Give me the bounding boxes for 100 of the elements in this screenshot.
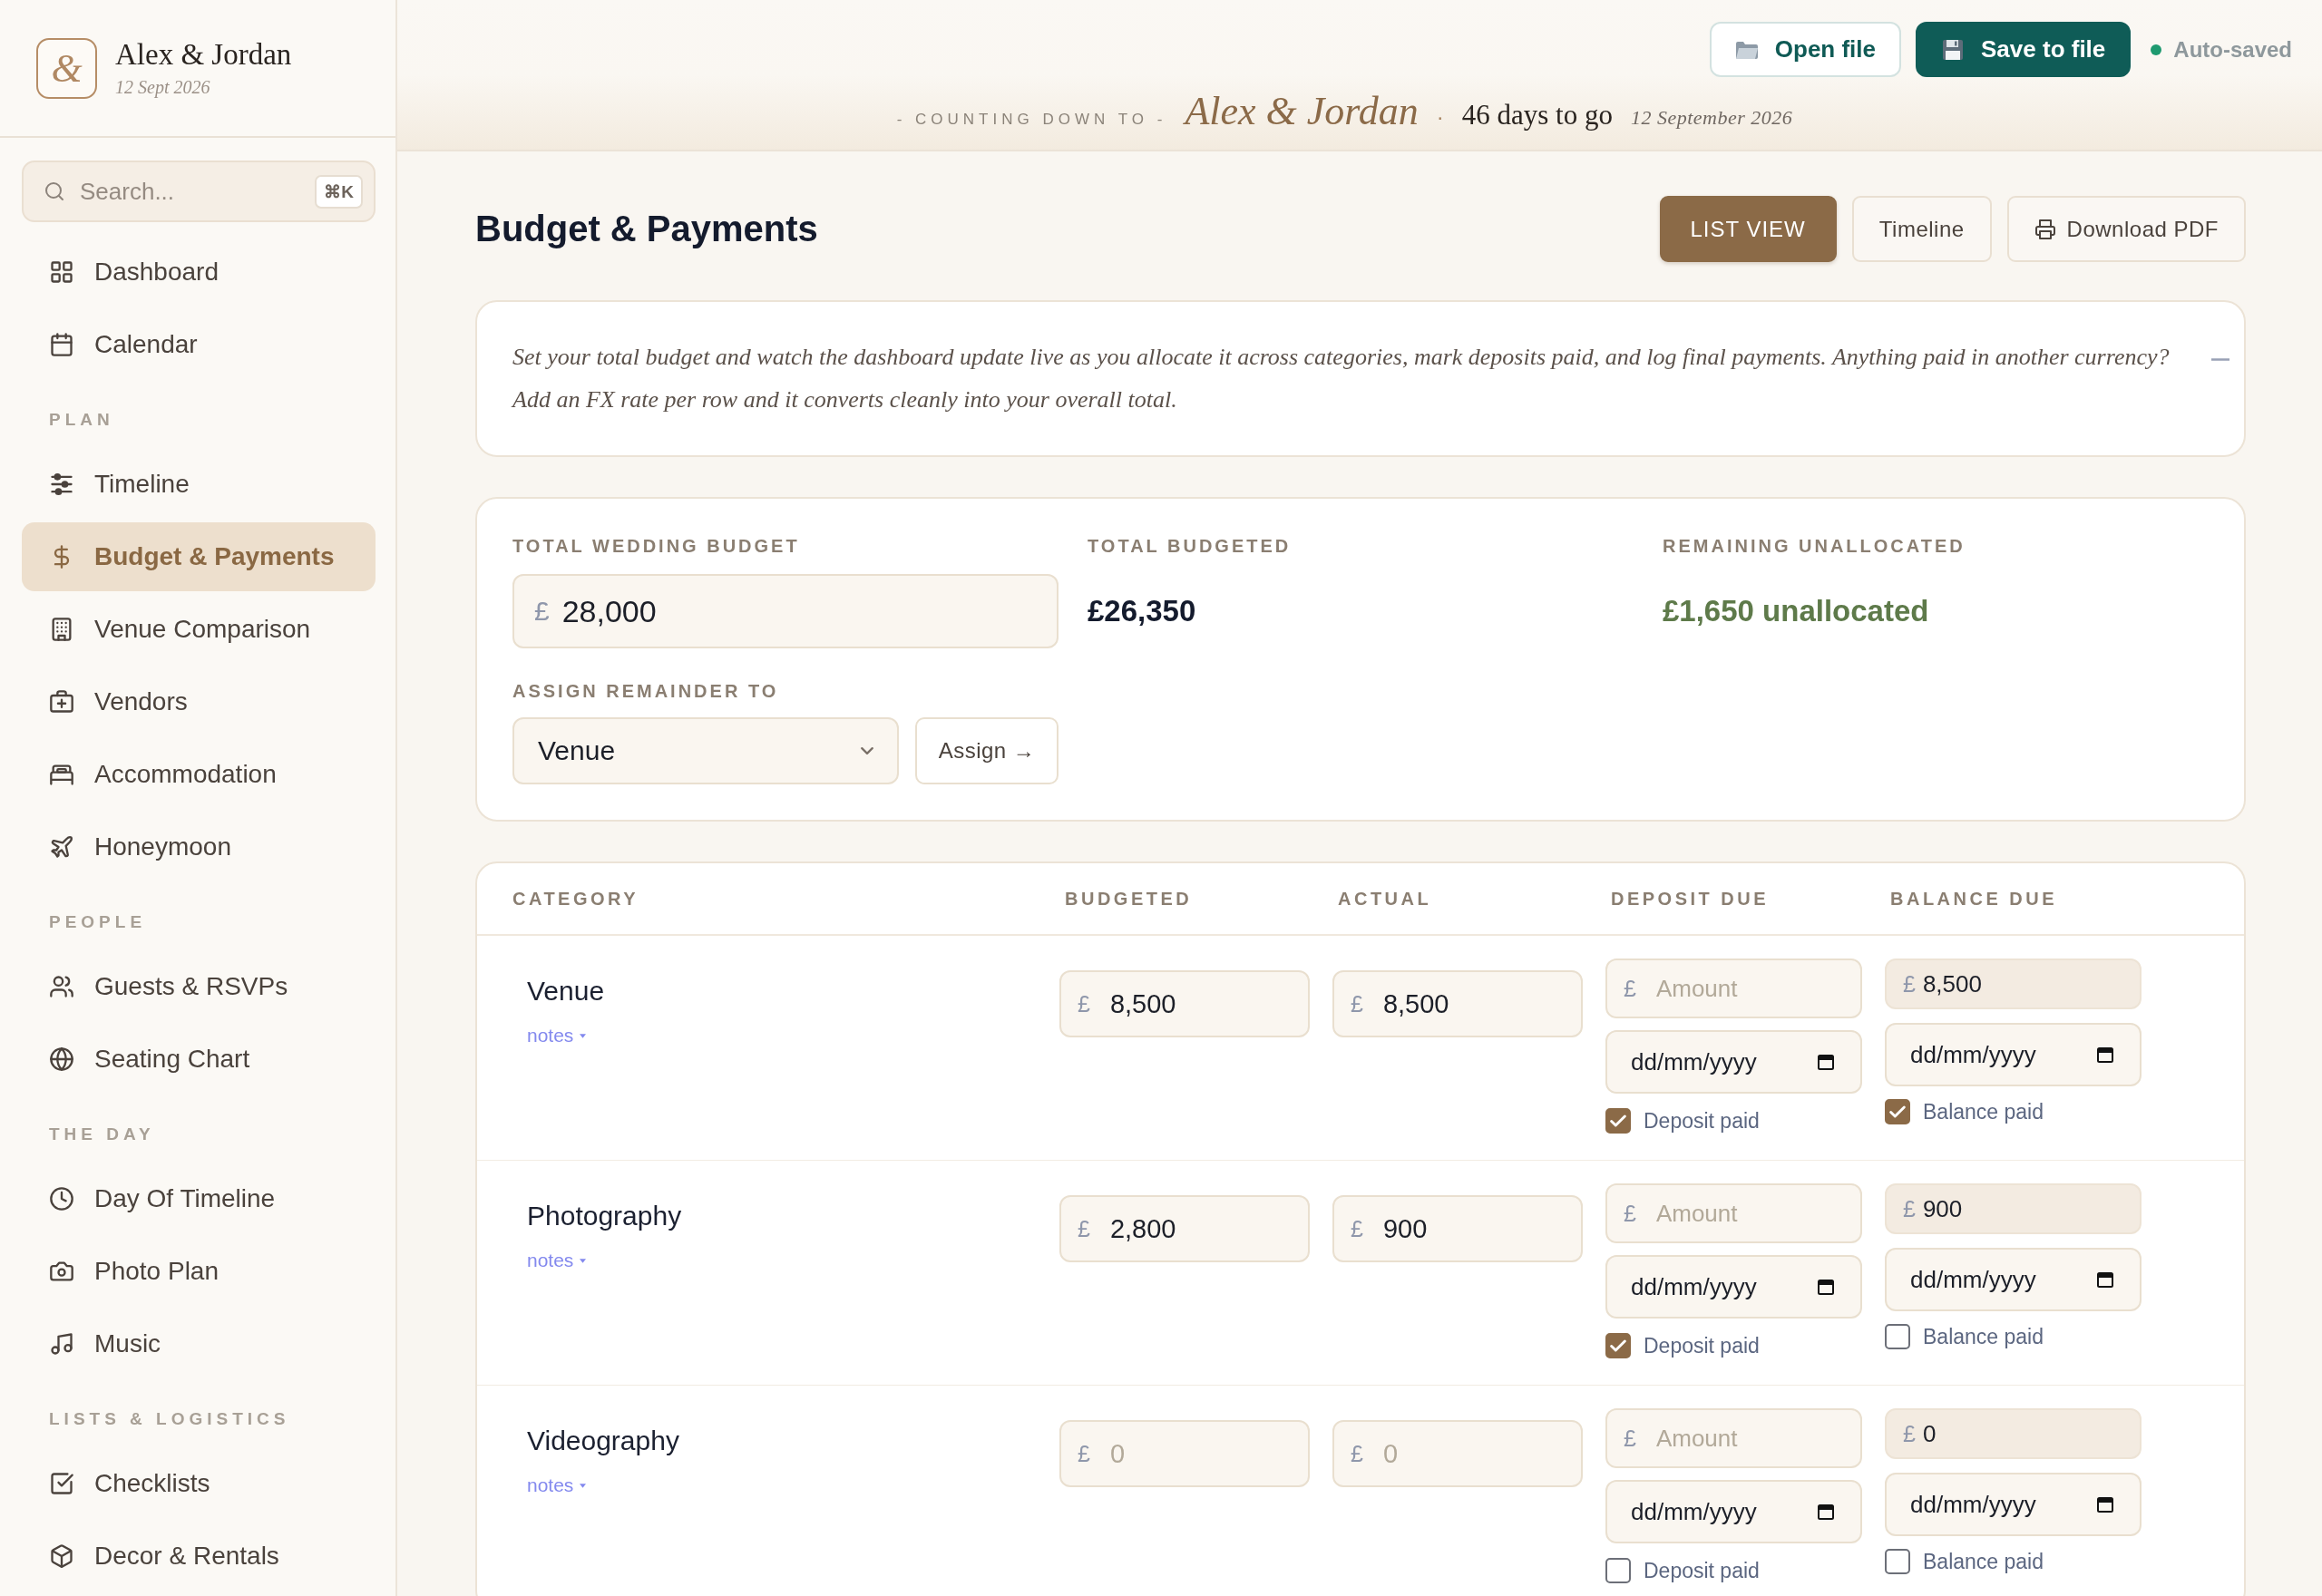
nav-item[interactable]: Venue Comparison [22, 595, 376, 664]
plane-icon [49, 834, 74, 860]
caret-down-icon [580, 1483, 587, 1488]
stat-label: TOTAL BUDGETED [1088, 535, 1293, 557]
chevron-down-icon [861, 747, 873, 754]
shortcut-key: ⌘K [315, 174, 363, 209]
couple-names: Alex & Jordan [1185, 88, 1419, 134]
view-tab[interactable]: Timeline [1851, 196, 1992, 262]
search-icon [44, 180, 65, 202]
column-header: ACTUAL [1337, 888, 1433, 910]
actual-field[interactable]: £ 900 [1332, 1195, 1583, 1262]
nav-item[interactable]: Music [22, 1309, 376, 1378]
category-name: Videography [527, 1425, 679, 1457]
minus-icon [2211, 358, 2229, 361]
music-note-icon [49, 1331, 74, 1357]
section-heading: PLAN [48, 409, 115, 431]
actual-field[interactable]: £ 8,500 [1332, 970, 1583, 1037]
status-dot-icon [2151, 44, 2162, 55]
save-file-button[interactable]: Save to file [1916, 22, 2132, 77]
nav-item[interactable]: Checklists [22, 1449, 376, 1518]
balance-amount-field: £ 900 [1885, 1183, 2142, 1234]
grid-icon [49, 259, 74, 285]
category-dropdown[interactable]: Venue [512, 717, 899, 784]
checkbox[interactable] [1605, 1108, 1631, 1134]
date-field[interactable]: dd/mm/yyyy [1605, 1030, 1862, 1094]
checkbox[interactable] [1885, 1099, 1910, 1124]
nav-item[interactable]: Day Of Timeline [22, 1164, 376, 1233]
column-header: BALANCE DUE [1889, 888, 2059, 910]
checked-square-icon [49, 1471, 74, 1496]
search-field[interactable]: Search... ⌘K [22, 161, 376, 222]
nav-item[interactable]: Calendar [22, 310, 376, 379]
checkbox-label: Balance paid [1923, 1099, 2044, 1124]
caret-down-icon [580, 1258, 587, 1263]
date-field[interactable]: dd/mm/yyyy [1605, 1255, 1862, 1319]
column-header: CATEGORY [512, 888, 640, 910]
save-status: Auto-saved [2173, 36, 2292, 63]
nav-item[interactable]: Accommodation [22, 740, 376, 809]
nav-item[interactable]: Decor & Rentals [22, 1522, 376, 1591]
nav-item[interactable]: Seating Chart [22, 1025, 376, 1094]
section-heading: THE DAY [48, 1124, 156, 1145]
page-title: Budget & Payments [475, 209, 818, 249]
nav-item[interactable]: Vendors [22, 667, 376, 736]
box-icon [49, 1543, 74, 1569]
nav-item[interactable]: Honeymoon [22, 813, 376, 881]
checkbox[interactable] [1885, 1549, 1910, 1574]
section-heading: PEOPLE [48, 911, 148, 933]
download-pdf-button[interactable]: Download PDF [2006, 196, 2246, 262]
view-tab[interactable]: LIST VIEW [1659, 196, 1837, 262]
checkbox[interactable] [1605, 1558, 1631, 1583]
clock-icon [49, 1186, 74, 1212]
monogram-logo: & [36, 37, 97, 99]
nav-item[interactable]: Timeline [22, 450, 376, 519]
checkbox-label: Deposit paid [1644, 1558, 1760, 1583]
calendar-icon [2096, 1270, 2114, 1289]
couple-name: Alex & Jordan [115, 38, 292, 72]
sliders-icon [49, 472, 74, 497]
calendar-icon [1817, 1278, 1835, 1296]
category-name: Photography [527, 1200, 682, 1232]
calendar-icon [1817, 1503, 1835, 1521]
remaining-value: £1,650 unallocated [1663, 593, 1930, 629]
caret-down-icon [580, 1033, 587, 1038]
date-field[interactable]: dd/mm/yyyy [1605, 1480, 1862, 1543]
date-field[interactable]: dd/mm/yyyy [1885, 1023, 2142, 1086]
calendar-icon [1817, 1053, 1835, 1071]
date-field[interactable]: dd/mm/yyyy [1885, 1473, 2142, 1536]
globe-icon [49, 1046, 74, 1072]
assign-button[interactable]: Assign → [915, 717, 1059, 784]
wedding-date: 12 Sept 2026 [115, 76, 211, 98]
budgeted-field[interactable]: £ 2,800 [1059, 1195, 1310, 1262]
column-header: DEPOSIT DUE [1610, 888, 1771, 910]
wedding-date: 12 September 2026 [1630, 106, 1793, 130]
section-heading: LISTS & LOGISTICS [48, 1408, 291, 1430]
category-name: Venue [527, 975, 605, 1007]
nav-item[interactable]: Dashboard [22, 238, 376, 307]
checkbox-label: Balance paid [1923, 1324, 2044, 1349]
field-label: TOTAL WEDDING BUDGET [512, 535, 801, 557]
checkbox-label: Deposit paid [1644, 1333, 1760, 1358]
nav-item[interactable]: Guests & RSVPs [22, 952, 376, 1021]
nav-item[interactable]: Photo Plan [22, 1237, 376, 1306]
budget-input[interactable]: £ 28,000 [512, 574, 1059, 648]
countdown-label: - COUNTING DOWN TO - [896, 111, 1167, 129]
open-file-button[interactable]: Open file [1709, 22, 1902, 77]
calendar-icon [2096, 1046, 2114, 1064]
field-label: ASSIGN REMAINDER TO [512, 680, 780, 702]
date-field[interactable]: dd/mm/yyyy [1885, 1248, 2142, 1311]
balance-amount-field: £ 0 [1885, 1408, 2142, 1459]
checkbox-label: Balance paid [1923, 1549, 2044, 1574]
people-icon [49, 974, 74, 999]
checkbox-label: Deposit paid [1644, 1108, 1760, 1134]
budgeted-field[interactable]: £ 8,500 [1059, 970, 1310, 1037]
printer-icon [2034, 218, 2056, 240]
days-remaining: 46 days to go [1461, 99, 1613, 131]
total-budgeted-value: £26,350 [1088, 593, 1197, 629]
calendar-icon [49, 332, 74, 357]
checkbox[interactable] [1885, 1324, 1910, 1349]
balance-amount-field: £ 8,500 [1885, 959, 2142, 1009]
checkbox[interactable] [1605, 1333, 1631, 1358]
separator-dot: · [1436, 104, 1444, 130]
nav-item[interactable]: Budget & Payments [22, 522, 376, 591]
intro-text: Set your total budget and watch the dashboard update live as you allocate it across categories, mark deposits paid, and log final payments. Anything paid in another currency? Add an FX rate per row and it converts cleanly into your overall total. [512, 343, 2171, 414]
